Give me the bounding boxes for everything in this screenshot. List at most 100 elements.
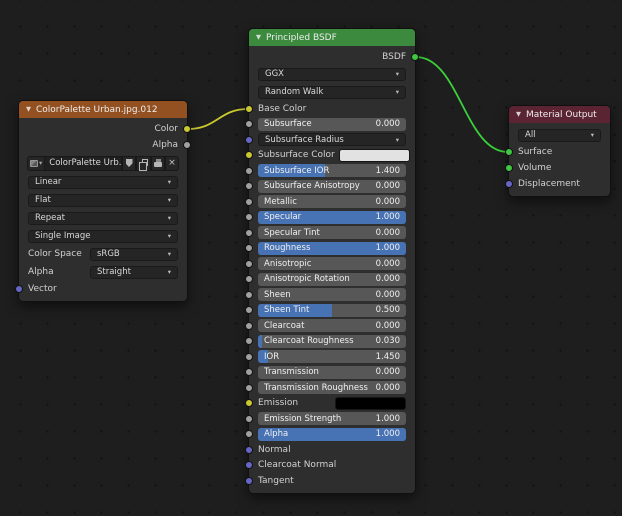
subsurface-anisotropy-slider[interactable]: Subsurface Anisotropy 0.000 — [258, 179, 406, 193]
color-space-label: Color Space — [28, 249, 82, 259]
volume-input-socket[interactable] — [505, 164, 513, 172]
clearcoat-input-socket[interactable] — [245, 321, 253, 330]
base-color-input-socket[interactable] — [245, 104, 253, 113]
emission-label: Emission — [258, 398, 299, 409]
slider-value: 1.000 — [375, 429, 400, 440]
subsurface-color-color-swatch[interactable] — [338, 148, 410, 162]
transmission-input-socket[interactable] — [245, 368, 253, 377]
bsdf-output-socket[interactable] — [411, 53, 419, 61]
row-specular-tint: Specular Tint 0.000 — [245, 225, 415, 241]
image-texture-node[interactable]: ▼ ColorPalette Urban.jpg.012 Color Alpha… — [15, 100, 191, 302]
image-name-field[interactable]: ColorPalette Urb... — [45, 155, 122, 171]
normal-input-socket[interactable] — [245, 445, 253, 454]
new-image-button[interactable] — [136, 155, 151, 171]
subsurface-method-dropdown[interactable]: Random Walk ▾ — [258, 85, 406, 99]
transmission-roughness-input-socket[interactable] — [245, 383, 253, 392]
emission-input-socket[interactable] — [245, 399, 253, 408]
ior-slider[interactable]: IOR 1.450 — [258, 350, 406, 364]
specular-tint-slider[interactable]: Specular Tint 0.000 — [258, 226, 406, 240]
image-texture-body: Color Alpha ▾ ColorPalette Urb... × Line… — [15, 118, 191, 301]
slider-fill — [258, 334, 263, 348]
subsurface-ior-input-socket[interactable] — [245, 166, 253, 175]
volume-input-label: Volume — [518, 163, 552, 173]
subsurface-input-socket[interactable] — [245, 120, 253, 129]
vector-input-socket[interactable] — [15, 285, 23, 293]
displacement-input-socket[interactable] — [505, 180, 513, 188]
subsurface-slider[interactable]: Subsurface 0.000 — [258, 117, 406, 131]
fake-user-button[interactable] — [122, 155, 136, 171]
specular-input-socket[interactable] — [245, 213, 253, 222]
clearcoat-normal-input-socket[interactable] — [245, 461, 253, 470]
collapse-icon[interactable]: ▼ — [26, 106, 31, 113]
chevron-down-icon: ▾ — [39, 158, 43, 167]
subsurface-color-input-socket[interactable] — [245, 151, 253, 160]
chevron-down-icon: ▾ — [590, 130, 594, 139]
subsurface-radius-dropdown[interactable]: Subsurface Radius ▾ — [258, 133, 406, 147]
principled-bsdf-header[interactable]: ▼ Principled BSDF — [249, 29, 415, 46]
projection-value: Flat — [35, 195, 51, 205]
chevron-down-icon: ▾ — [395, 135, 399, 144]
image-texture-header[interactable]: ▼ ColorPalette Urban.jpg.012 — [19, 101, 187, 118]
metallic-input-socket[interactable] — [245, 197, 253, 206]
subsurface-radius-input-socket[interactable] — [245, 135, 253, 144]
subsurface-anisotropy-input-socket[interactable] — [245, 182, 253, 191]
emission-strength-slider[interactable]: Emission Strength 1.000 — [258, 412, 406, 426]
anisotropic-rotation-slider[interactable]: Anisotropic Rotation 0.000 — [258, 272, 406, 286]
anisotropic-slider[interactable]: Anisotropic 0.000 — [258, 257, 406, 271]
transmission-roughness-slider[interactable]: Transmission Roughness 0.000 — [258, 381, 406, 395]
browse-image-button[interactable]: ▾ — [27, 155, 46, 171]
target-dropdown[interactable]: All ▾ — [518, 128, 601, 142]
ior-input-socket[interactable] — [245, 352, 253, 361]
collapse-icon[interactable]: ▼ — [516, 111, 521, 118]
emission-color-swatch[interactable] — [334, 396, 406, 410]
roughness-input-socket[interactable] — [245, 244, 253, 253]
roughness-slider[interactable]: Roughness 1.000 — [258, 241, 406, 255]
material-output-header[interactable]: ▼ Material Output — [509, 106, 610, 123]
surface-input-socket[interactable] — [505, 148, 513, 156]
slider-label: Roughness — [264, 243, 311, 254]
normal-label: Normal — [258, 444, 291, 455]
slider-value: 0.000 — [375, 119, 400, 130]
unpack-image-button[interactable] — [151, 155, 165, 171]
alpha-mode-dropdown[interactable]: Straight ▾ — [90, 265, 178, 279]
transmission-slider[interactable]: Transmission 0.000 — [258, 365, 406, 379]
sheen-input-socket[interactable] — [245, 290, 253, 299]
anisotropic-input-socket[interactable] — [245, 259, 253, 268]
clearcoat-slider[interactable]: Clearcoat 0.000 — [258, 319, 406, 333]
sheen-tint-slider[interactable]: Sheen Tint 0.500 — [258, 303, 406, 317]
specular-tint-input-socket[interactable] — [245, 228, 253, 237]
color-output-socket[interactable] — [183, 125, 191, 133]
metallic-slider[interactable]: Metallic 0.000 — [258, 195, 406, 209]
color-output-row: Color — [19, 121, 191, 137]
slider-label: Sheen — [264, 289, 291, 300]
node-title: Material Output — [526, 109, 597, 120]
alpha-output-socket[interactable] — [183, 141, 191, 149]
collapse-icon[interactable]: ▼ — [256, 34, 261, 41]
extension-value: Repeat — [35, 213, 65, 223]
slider-value: 0.000 — [375, 258, 400, 269]
alpha-slider[interactable]: Alpha 1.000 — [258, 427, 406, 441]
alpha-input-socket[interactable] — [245, 430, 253, 439]
extension-dropdown[interactable]: Repeat ▾ — [28, 211, 178, 225]
projection-dropdown[interactable]: Flat ▾ — [28, 193, 178, 207]
specular-slider[interactable]: Specular 1.000 — [258, 210, 406, 224]
distribution-dropdown[interactable]: GGX ▾ — [258, 67, 406, 81]
material-output-node[interactable]: ▼ Material Output All ▾ Surface Volume D… — [505, 105, 611, 197]
principled-bsdf-node[interactable]: ▼ Principled BSDF BSDF GGX ▾ Random Walk… — [245, 28, 419, 494]
slider-value: 0.500 — [375, 305, 400, 316]
sheen-slider[interactable]: Sheen 0.000 — [258, 288, 406, 302]
source-dropdown[interactable]: Single Image ▾ — [28, 229, 178, 243]
anisotropic-rotation-input-socket[interactable] — [245, 275, 253, 284]
emission-strength-input-socket[interactable] — [245, 414, 253, 423]
slider-value: 0.000 — [375, 289, 400, 300]
clearcoat-roughness-input-socket[interactable] — [245, 337, 253, 346]
subsurface-ior-slider[interactable]: Subsurface IOR 1.400 — [258, 164, 406, 178]
unlink-image-button[interactable]: × — [165, 155, 179, 171]
color-space-dropdown[interactable]: sRGB ▾ — [90, 247, 178, 261]
interpolation-dropdown[interactable]: Linear ▾ — [28, 175, 178, 189]
sheen-tint-input-socket[interactable] — [245, 306, 253, 315]
clearcoat-roughness-slider[interactable]: Clearcoat Roughness 0.030 — [258, 334, 406, 348]
slider-label: Anisotropic Rotation — [264, 274, 350, 285]
slider-label: IOR — [264, 351, 280, 362]
tangent-input-socket[interactable] — [245, 476, 253, 485]
